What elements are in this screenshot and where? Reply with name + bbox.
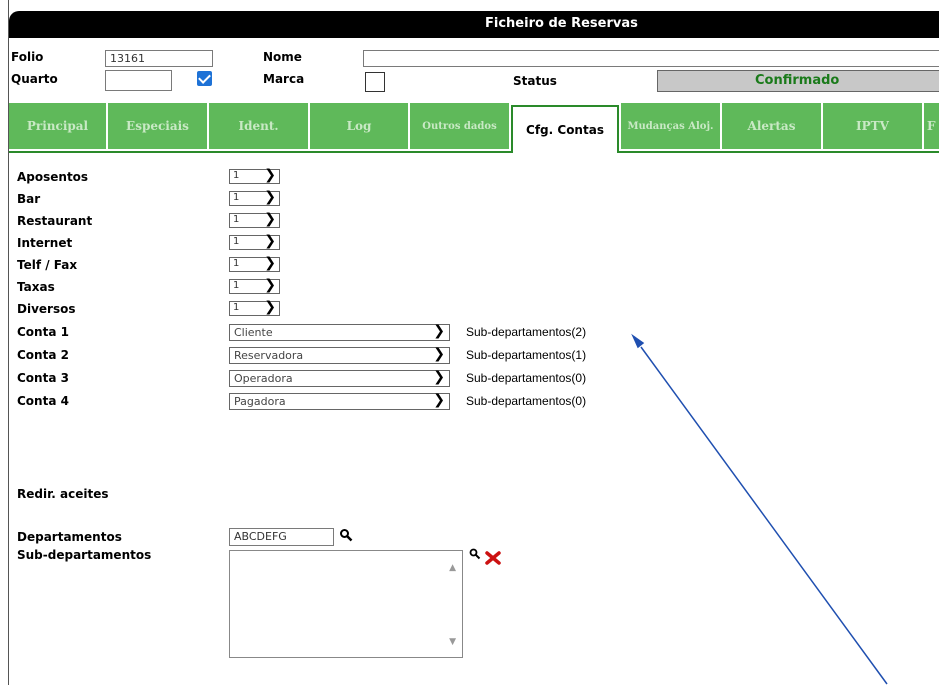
tab-ident[interactable]: Ident. bbox=[209, 103, 308, 149]
conta-3-select[interactable]: Operadora ❯ bbox=[229, 369, 450, 387]
row-label-taxas: Taxas bbox=[17, 280, 55, 294]
select-value: 1 bbox=[233, 258, 240, 269]
select-value: Reservadora bbox=[234, 349, 304, 362]
chevron-down-icon: ❯ bbox=[433, 392, 445, 408]
scroll-down-icon[interactable]: ▼ bbox=[449, 637, 456, 647]
diversos-select[interactable]: 1 ❯ bbox=[229, 299, 280, 316]
chevron-down-icon: ❯ bbox=[433, 323, 445, 339]
chevron-down-icon: ❯ bbox=[264, 277, 276, 293]
row-label-internet: Internet bbox=[17, 236, 73, 250]
bar-select[interactable]: 1 ❯ bbox=[229, 189, 280, 206]
scroll-up-icon[interactable]: ▲ bbox=[449, 563, 456, 573]
row-label-restaurant: Restaurant bbox=[17, 214, 93, 228]
chevron-down-icon: ❯ bbox=[433, 346, 445, 362]
departamentos-field[interactable]: ABCDEFG bbox=[229, 528, 334, 546]
tab-especiais[interactable]: Especiais bbox=[108, 103, 207, 149]
tab-principal[interactable]: Principal bbox=[9, 103, 106, 149]
chevron-down-icon: ❯ bbox=[264, 189, 276, 205]
sub-departamentos-link-1[interactable]: Sub-departamentos(2) bbox=[466, 325, 586, 339]
taxas-select[interactable]: 1 ❯ bbox=[229, 277, 280, 294]
select-value: 1 bbox=[233, 302, 240, 313]
search-icon[interactable] bbox=[469, 548, 481, 560]
row-label-diversos: Diversos bbox=[17, 302, 76, 316]
select-value: Operadora bbox=[234, 372, 293, 385]
sub-departamentos-link-4[interactable]: Sub-departamentos(0) bbox=[466, 394, 586, 408]
quarto-field[interactable] bbox=[105, 70, 172, 91]
tab-iptv[interactable]: IPTV bbox=[823, 103, 922, 149]
tab-partial[interactable]: F bbox=[924, 103, 939, 149]
search-icon[interactable] bbox=[339, 528, 353, 542]
marca-checkbox[interactable] bbox=[365, 72, 385, 92]
row-label-conta-1: Conta 1 bbox=[17, 325, 69, 339]
select-value: 1 bbox=[233, 280, 240, 291]
row-label-aposentos: Aposentos bbox=[17, 170, 89, 184]
tab-cfg-contas[interactable]: Cfg. Contas bbox=[511, 105, 619, 153]
delete-icon[interactable] bbox=[485, 550, 501, 566]
conta-2-select[interactable]: Reservadora ❯ bbox=[229, 346, 450, 364]
tab-log[interactable]: Log bbox=[310, 103, 408, 149]
quarto-label: Quarto bbox=[11, 72, 58, 86]
chevron-down-icon: ❯ bbox=[264, 255, 276, 271]
row-label-telf-fax: Telf / Fax bbox=[17, 258, 78, 272]
chevron-down-icon: ❯ bbox=[264, 167, 276, 183]
chevron-down-icon: ❯ bbox=[264, 299, 276, 315]
quarto-checkbox[interactable] bbox=[197, 71, 212, 86]
aposentos-select[interactable]: 1 ❯ bbox=[229, 167, 280, 184]
select-value: Pagadora bbox=[234, 395, 286, 408]
select-value: 1 bbox=[233, 236, 240, 247]
chevron-down-icon: ❯ bbox=[264, 211, 276, 227]
sub-departamentos-link-2[interactable]: Sub-departamentos(1) bbox=[466, 348, 586, 362]
row-label-conta-2: Conta 2 bbox=[17, 348, 69, 362]
redir-aceites-label: Redir. aceites bbox=[17, 487, 109, 501]
sub-departamentos-link-3[interactable]: Sub-departamentos(0) bbox=[466, 371, 586, 385]
status-label: Status bbox=[513, 74, 557, 88]
restaurant-select[interactable]: 1 ❯ bbox=[229, 211, 280, 228]
marca-label: Marca bbox=[263, 72, 305, 86]
select-value: 1 bbox=[233, 214, 240, 225]
row-label-bar: Bar bbox=[17, 192, 41, 206]
tab-bar: Principal Especiais Ident. Log Outros da… bbox=[9, 103, 939, 153]
row-label-conta-4: Conta 4 bbox=[17, 394, 69, 408]
nome-label: Nome bbox=[263, 50, 302, 64]
row-label-conta-3: Conta 3 bbox=[17, 371, 69, 385]
sub-departamentos-label: Sub-departamentos bbox=[17, 548, 152, 562]
folio-label: Folio bbox=[11, 50, 44, 64]
title-bar: Ficheiro de Reservas bbox=[9, 11, 939, 38]
nome-field[interactable] bbox=[363, 50, 939, 67]
conta-1-select[interactable]: Cliente ❯ bbox=[229, 323, 450, 341]
internet-select[interactable]: 1 ❯ bbox=[229, 233, 280, 250]
conta-4-select[interactable]: Pagadora ❯ bbox=[229, 392, 450, 410]
departamentos-label: Departamentos bbox=[17, 530, 122, 544]
tab-mudancas-aloj[interactable]: Mudanças Aloj. bbox=[621, 103, 720, 149]
select-value: 1 bbox=[233, 192, 240, 203]
select-value: 1 bbox=[233, 170, 240, 181]
reservation-window: Ficheiro de Reservas Folio 13161 Nome Qu… bbox=[8, 0, 939, 685]
folio-field[interactable]: 13161 bbox=[105, 50, 213, 67]
status-value: Confirmado bbox=[657, 70, 939, 92]
select-value: Cliente bbox=[234, 326, 273, 339]
tab-alertas[interactable]: Alertas bbox=[722, 103, 821, 149]
tab-outros-dados[interactable]: Outros dados bbox=[410, 103, 509, 149]
telf-fax-select[interactable]: 1 ❯ bbox=[229, 255, 280, 272]
sub-departamentos-list[interactable]: ▲ ▼ bbox=[229, 550, 463, 658]
window-title: Ficheiro de Reservas bbox=[485, 16, 638, 31]
chevron-down-icon: ❯ bbox=[264, 233, 276, 249]
chevron-down-icon: ❯ bbox=[433, 369, 445, 385]
